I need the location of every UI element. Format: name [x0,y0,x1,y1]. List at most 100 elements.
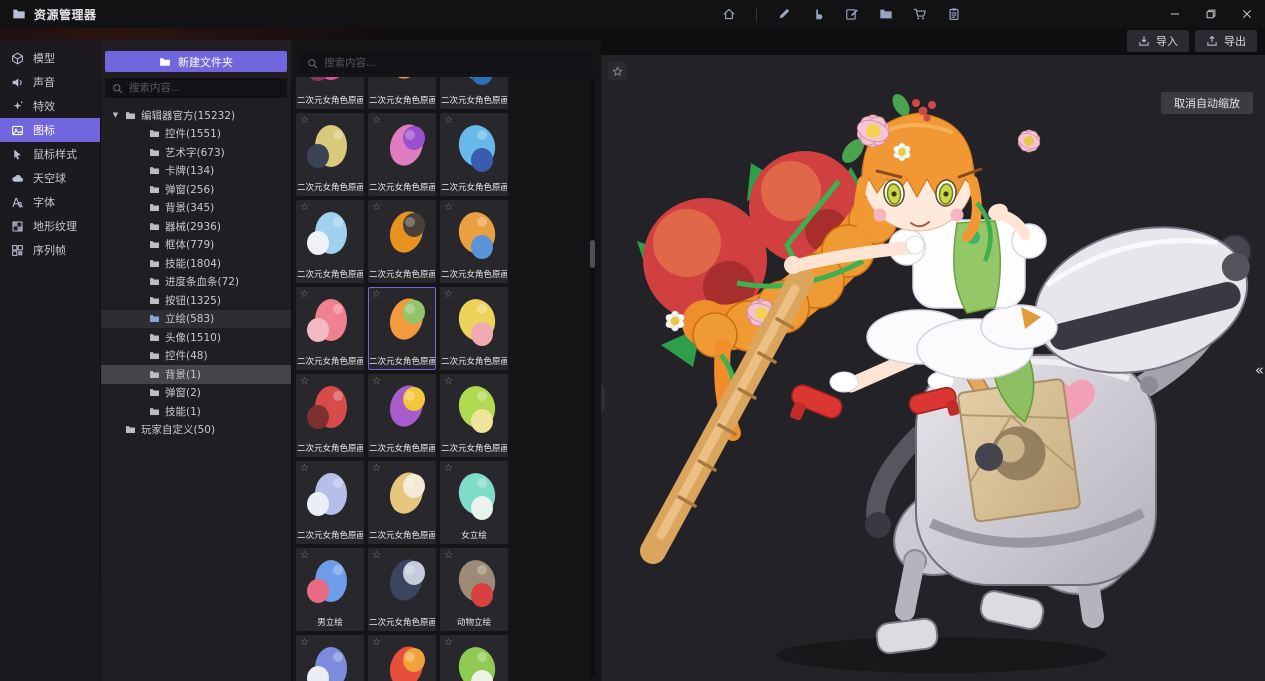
favorite-star-icon[interactable]: ☆ [372,202,381,214]
folder-tree-item[interactable]: 背景(345) [101,199,291,218]
folder-tree-item-label: 按钮(1325) [165,293,221,308]
folder-tree-item[interactable]: 背景(1) [101,365,291,384]
folder-icon [159,56,171,68]
sidebar-item-3[interactable]: 特效 [0,94,100,118]
favorite-star-icon[interactable]: ☆ [444,115,453,127]
favorite-star-icon[interactable]: ☆ [372,115,381,127]
asset-card[interactable]: ☆ [296,635,364,681]
folder-tree-item[interactable]: 器械(2936) [101,217,291,236]
favorite-star-icon[interactable]: ☆ [444,550,453,562]
sidebar-item-7[interactable]: 字体 [0,190,100,214]
restore-button[interactable] [1205,8,1217,20]
folder-tree-item[interactable]: 进度条血条(72) [101,273,291,292]
favorite-star-icon[interactable]: ☆ [372,463,381,475]
favorite-star-icon[interactable]: ☆ [372,550,381,562]
compose-icon[interactable] [845,7,859,21]
asset-search-input[interactable] [324,57,586,69]
folder-search-input[interactable] [129,82,280,94]
favorite-star-icon[interactable]: ☆ [300,202,309,214]
asset-card[interactable]: ☆ 二次元女角色原画 [368,287,436,370]
close-button[interactable] [1241,8,1253,20]
asset-card-label: 二次元女角色原画 [369,617,435,629]
favorite-star-icon[interactable]: ☆ [300,115,309,127]
asset-card[interactable]: ☆ 女立绘 [440,461,508,544]
asset-card[interactable]: ☆ 二次元女角色原画 [296,374,364,457]
favorite-star-icon[interactable]: ☆ [300,637,309,649]
asset-card[interactable]: ☆ 二次元女角色原画 [368,113,436,196]
asset-card[interactable]: ☆ 二次元女角色原画 [440,200,508,283]
grid-scrollbar-thumb[interactable] [590,240,595,268]
favorite-star-icon[interactable]: ☆ [300,376,309,388]
asset-card[interactable]: ☆ 二次元女角色原画 [296,77,364,109]
edit-icon[interactable] [777,7,791,21]
favorite-star-icon[interactable]: ☆ [444,376,453,388]
favorite-star-icon[interactable]: ☆ [444,289,453,301]
asset-card[interactable]: ☆ 二次元女角色原画 [440,113,508,196]
favorite-star-icon[interactable]: ☆ [372,637,381,649]
asset-card[interactable]: ☆ 动物立绘 [440,548,508,631]
asset-card[interactable]: ☆ 二次元女角色原画 [368,200,436,283]
home-icon[interactable] [722,7,736,21]
folder-tree-item[interactable]: 立绘(583) [101,310,291,329]
folder-tree-item[interactable]: 玩家自定义(50) [101,421,291,440]
asset-card[interactable]: ☆ 二次元女角色原画 [296,200,364,283]
folder-tree-item[interactable]: 按钮(1325) [101,291,291,310]
folder-tree-item[interactable]: 卡牌(134) [101,162,291,181]
asset-card[interactable]: ☆ 二次元女角色原画 [368,374,436,457]
new-folder-button[interactable]: 新建文件夹 [105,51,287,72]
asset-card[interactable]: ☆ 二次元女角色原画 [440,77,508,109]
cart-icon[interactable] [913,7,927,21]
asset-card-label: 二次元女角色原画 [369,182,435,194]
favorite-star-icon[interactable]: ☆ [444,637,453,649]
folder-tree-item[interactable]: 框体(779) [101,236,291,255]
sidebar-item-9[interactable]: 序列帧 [0,238,100,262]
asset-card[interactable]: ☆ 二次元女角色原画 [368,77,436,109]
favorite-star-icon[interactable]: ☆ [300,463,309,475]
collapse-left-icon[interactable]: « [1255,363,1264,378]
sidebar-item-8[interactable]: 地形纹理 [0,214,100,238]
caret-down-icon[interactable]: ▼ [111,111,120,119]
folder-tree-item[interactable]: 弹窗(2) [101,384,291,403]
asset-card[interactable]: ☆ 二次元女角色原画 [368,548,436,631]
favorite-star-icon[interactable]: ☆ [300,550,309,562]
folder-icon [149,258,160,269]
folder-icon [149,313,160,324]
sidebar-item-6[interactable]: 天空球 [0,166,100,190]
asset-card[interactable]: ☆ 二次元女角色原画 [296,461,364,544]
favorite-star-icon[interactable]: ☆ [444,463,453,475]
folder-tree-item[interactable]: 控件(48) [101,347,291,366]
sidebar-item-label: 字体 [33,194,55,210]
sidebar-item-1[interactable]: 模型 [0,46,100,70]
grid-scrollbar[interactable] [590,77,595,677]
folder-icon[interactable] [879,7,893,21]
clipboard-icon[interactable] [947,7,961,21]
minimize-button[interactable] [1169,8,1181,20]
asset-card[interactable]: ☆ [440,635,508,681]
folder-tree-item[interactable]: 技能(1804) [101,254,291,273]
favorite-button[interactable] [608,62,626,80]
folder-tree-item[interactable]: 弹窗(256) [101,180,291,199]
asset-card[interactable]: ☆ 二次元女角色原画 [368,461,436,544]
hand-icon[interactable] [811,7,825,21]
favorite-star-icon[interactable]: ☆ [372,376,381,388]
folder-tree-item[interactable]: 艺术字(673) [101,143,291,162]
folder-tree-item[interactable]: 头像(1510) [101,328,291,347]
folder-tree-item[interactable]: 控件(1551) [101,125,291,144]
asset-card[interactable]: ☆ 二次元女角色原画 [440,287,508,370]
favorite-star-icon[interactable]: ☆ [372,289,381,301]
asset-card[interactable]: ☆ 二次元女角色原画 [296,287,364,370]
sidebar-item-2[interactable]: 声音 [0,70,100,94]
favorite-star-icon[interactable]: ☆ [300,289,309,301]
asset-card[interactable]: ☆ 男立绘 [296,548,364,631]
folder-tree-item[interactable]: 技能(1) [101,402,291,421]
export-button[interactable]: 导出 [1195,30,1257,52]
sidebar-item-5[interactable]: 鼠标样式 [0,142,100,166]
cancel-autozoom-button[interactable]: 取消自动缩放 [1161,92,1253,114]
favorite-star-icon[interactable]: ☆ [444,202,453,214]
asset-card[interactable]: ☆ 二次元女角色原画 [440,374,508,457]
import-button[interactable]: 导入 [1127,30,1189,52]
sidebar-item-4[interactable]: 图标 [0,118,100,142]
folder-tree-item[interactable]: ▼ 编辑器官方(15232) [101,106,291,125]
asset-card[interactable]: ☆ [368,635,436,681]
asset-card[interactable]: ☆ 二次元女角色原画 [296,113,364,196]
